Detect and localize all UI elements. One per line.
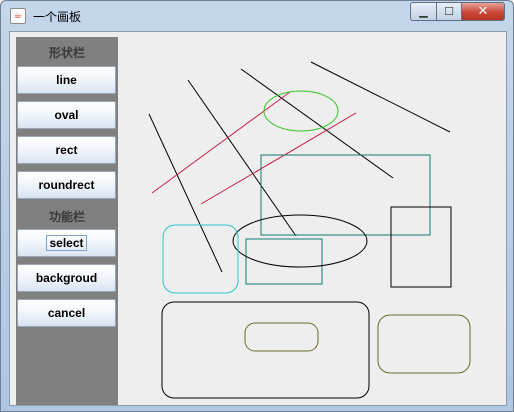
window-controls: ▁ ☐ ✕	[410, 2, 505, 21]
select-button-label: select	[46, 235, 87, 251]
drawn-line	[240, 68, 394, 179]
app-window: ☕ 一个画板 ▁ ☐ ✕ 形状栏 line oval rect roundrec…	[0, 0, 514, 412]
roundrect-button[interactable]: roundrect	[17, 171, 116, 199]
drawn-line	[151, 91, 291, 194]
window-title: 一个画板	[33, 10, 82, 24]
oval-button[interactable]: oval	[17, 101, 116, 129]
rect-button[interactable]: rect	[17, 136, 116, 164]
drawn-rect	[390, 206, 452, 288]
drawn-roundrect	[162, 224, 239, 294]
drawn-roundrect	[161, 301, 370, 399]
drawn-roundrect	[244, 322, 319, 352]
drawn-oval	[232, 214, 368, 268]
title-bar[interactable]: ☕ 一个画板 ▁ ☐ ✕	[1, 1, 513, 31]
drawing-canvas[interactable]	[118, 32, 507, 406]
minimize-button[interactable]: ▁	[410, 2, 436, 21]
cancel-button[interactable]: cancel	[17, 299, 116, 327]
shape-section-label: 形状栏	[48, 46, 85, 60]
close-button[interactable]: ✕	[461, 2, 505, 21]
client-area: 形状栏 line oval rect roundrect 功能栏 select …	[9, 31, 507, 406]
drawn-line	[148, 113, 223, 273]
java-cup-icon: ☕	[10, 8, 26, 24]
background-button[interactable]: backgroud	[17, 264, 116, 292]
select-button[interactable]: select	[17, 229, 116, 257]
line-button[interactable]: line	[17, 66, 116, 94]
function-section-label: 功能栏	[48, 210, 85, 224]
drawing-surface	[148, 61, 471, 399]
drawn-roundrect	[377, 314, 471, 374]
maximize-button[interactable]: ☐	[436, 2, 461, 21]
drawn-oval	[263, 90, 339, 132]
drawn-rect	[260, 154, 431, 236]
tool-sidebar: 形状栏 line oval rect roundrect 功能栏 select …	[16, 37, 118, 405]
